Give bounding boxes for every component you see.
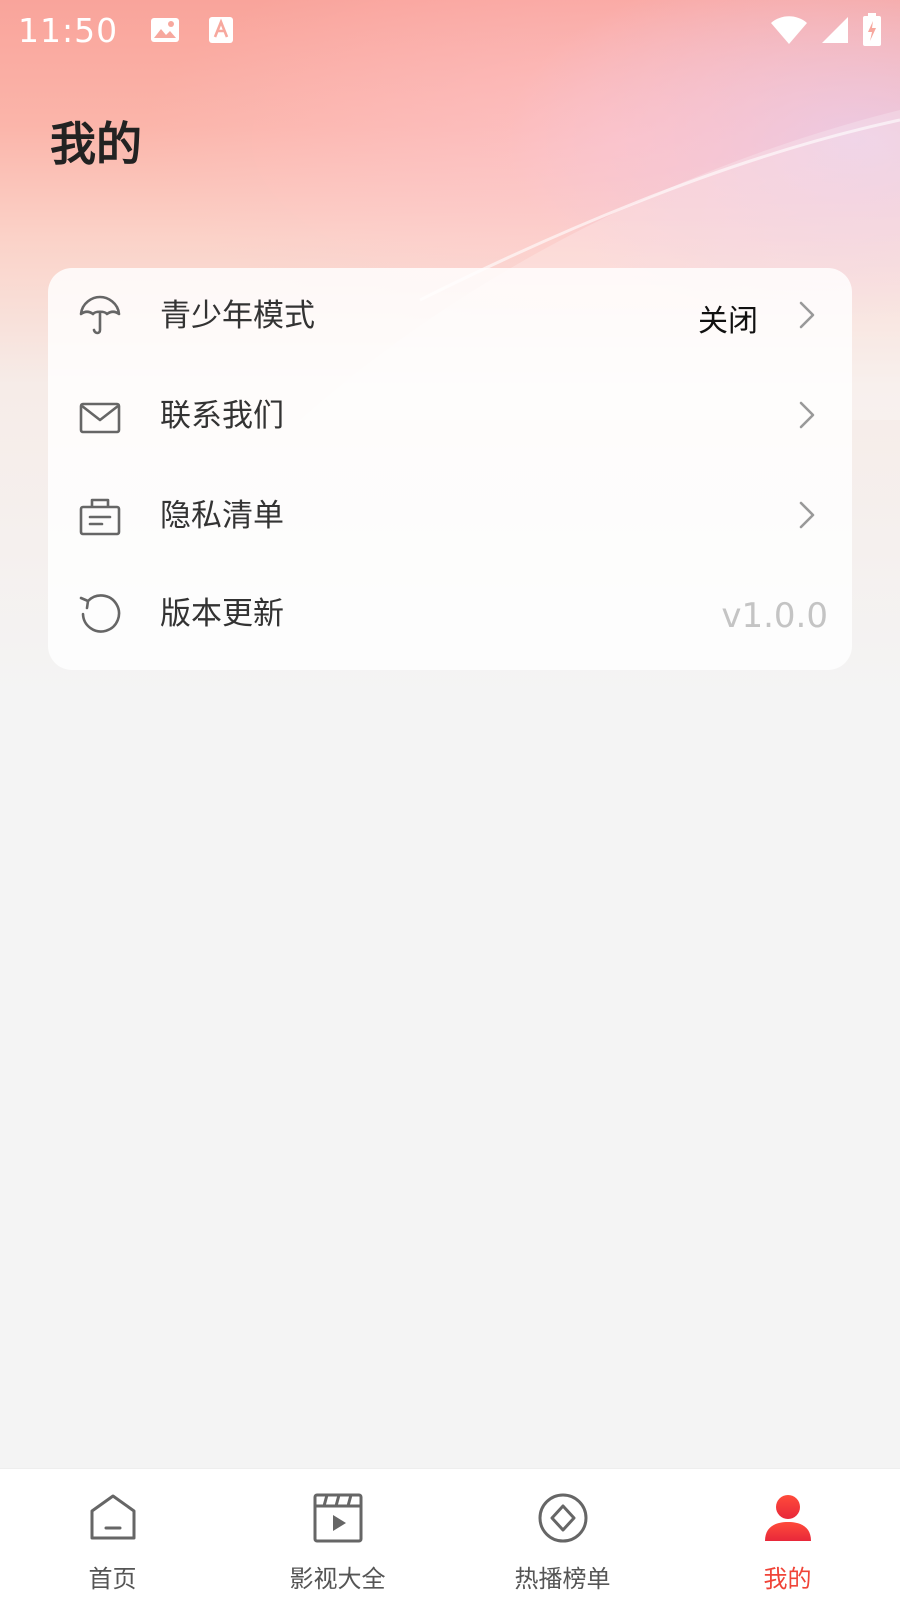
status-time: 11:50 [18,10,119,50]
tab-movies[interactable]: 影视大全 [225,1469,450,1600]
menu-item-version-update[interactable]: 版本更新 v1.0.0 [48,568,852,668]
battery-charging-icon [863,13,881,46]
tab-label: 热播榜单 [514,1565,611,1593]
teen-mode-status: 关闭 [698,304,758,339]
chevron-right-icon [799,401,815,429]
mail-icon [79,402,121,434]
menu-item-label: 联系我们 [160,398,284,434]
tab-home[interactable]: 首页 [0,1469,225,1600]
tab-label: 首页 [88,1565,137,1593]
menu-card: 青少年模式 关闭 联系我们 隐私清单 版本更新 v1.0.0 [48,268,852,670]
text-a-icon [209,17,234,43]
user-icon [765,1495,811,1541]
menu-item-label: 隐私清单 [160,498,284,534]
tab-mine[interactable]: 我的 [675,1469,900,1600]
tab-label: 影视大全 [289,1565,386,1593]
home-icon [90,1494,136,1540]
umbrella-icon [79,295,121,335]
image-icon [151,18,180,42]
menu-item-privacy-list[interactable]: 隐私清单 [48,468,852,568]
tab-label: 我的 [763,1565,812,1593]
status-bar: 11:50 [0,0,900,60]
page-title: 我的 [50,117,142,171]
chevron-right-icon [799,501,815,529]
bottom-tab-bar: 首页 影视大全 热播榜单 我的 [0,1468,900,1600]
video-icon [313,1493,363,1543]
tab-hot-list[interactable]: 热播榜单 [450,1469,675,1600]
menu-item-label: 版本更新 [160,596,284,632]
menu-item-teen-mode[interactable]: 青少年模式 关闭 [48,268,852,368]
signal-icon [822,17,848,43]
chevron-right-icon [799,301,815,329]
menu-item-contact-us[interactable]: 联系我们 [48,368,852,468]
wifi-icon [771,16,807,44]
privacy-list-icon [79,498,121,536]
version-number: v1.0.0 [721,596,828,636]
refresh-icon [79,594,121,633]
menu-item-label: 青少年模式 [160,298,315,334]
compass-icon [538,1493,588,1543]
